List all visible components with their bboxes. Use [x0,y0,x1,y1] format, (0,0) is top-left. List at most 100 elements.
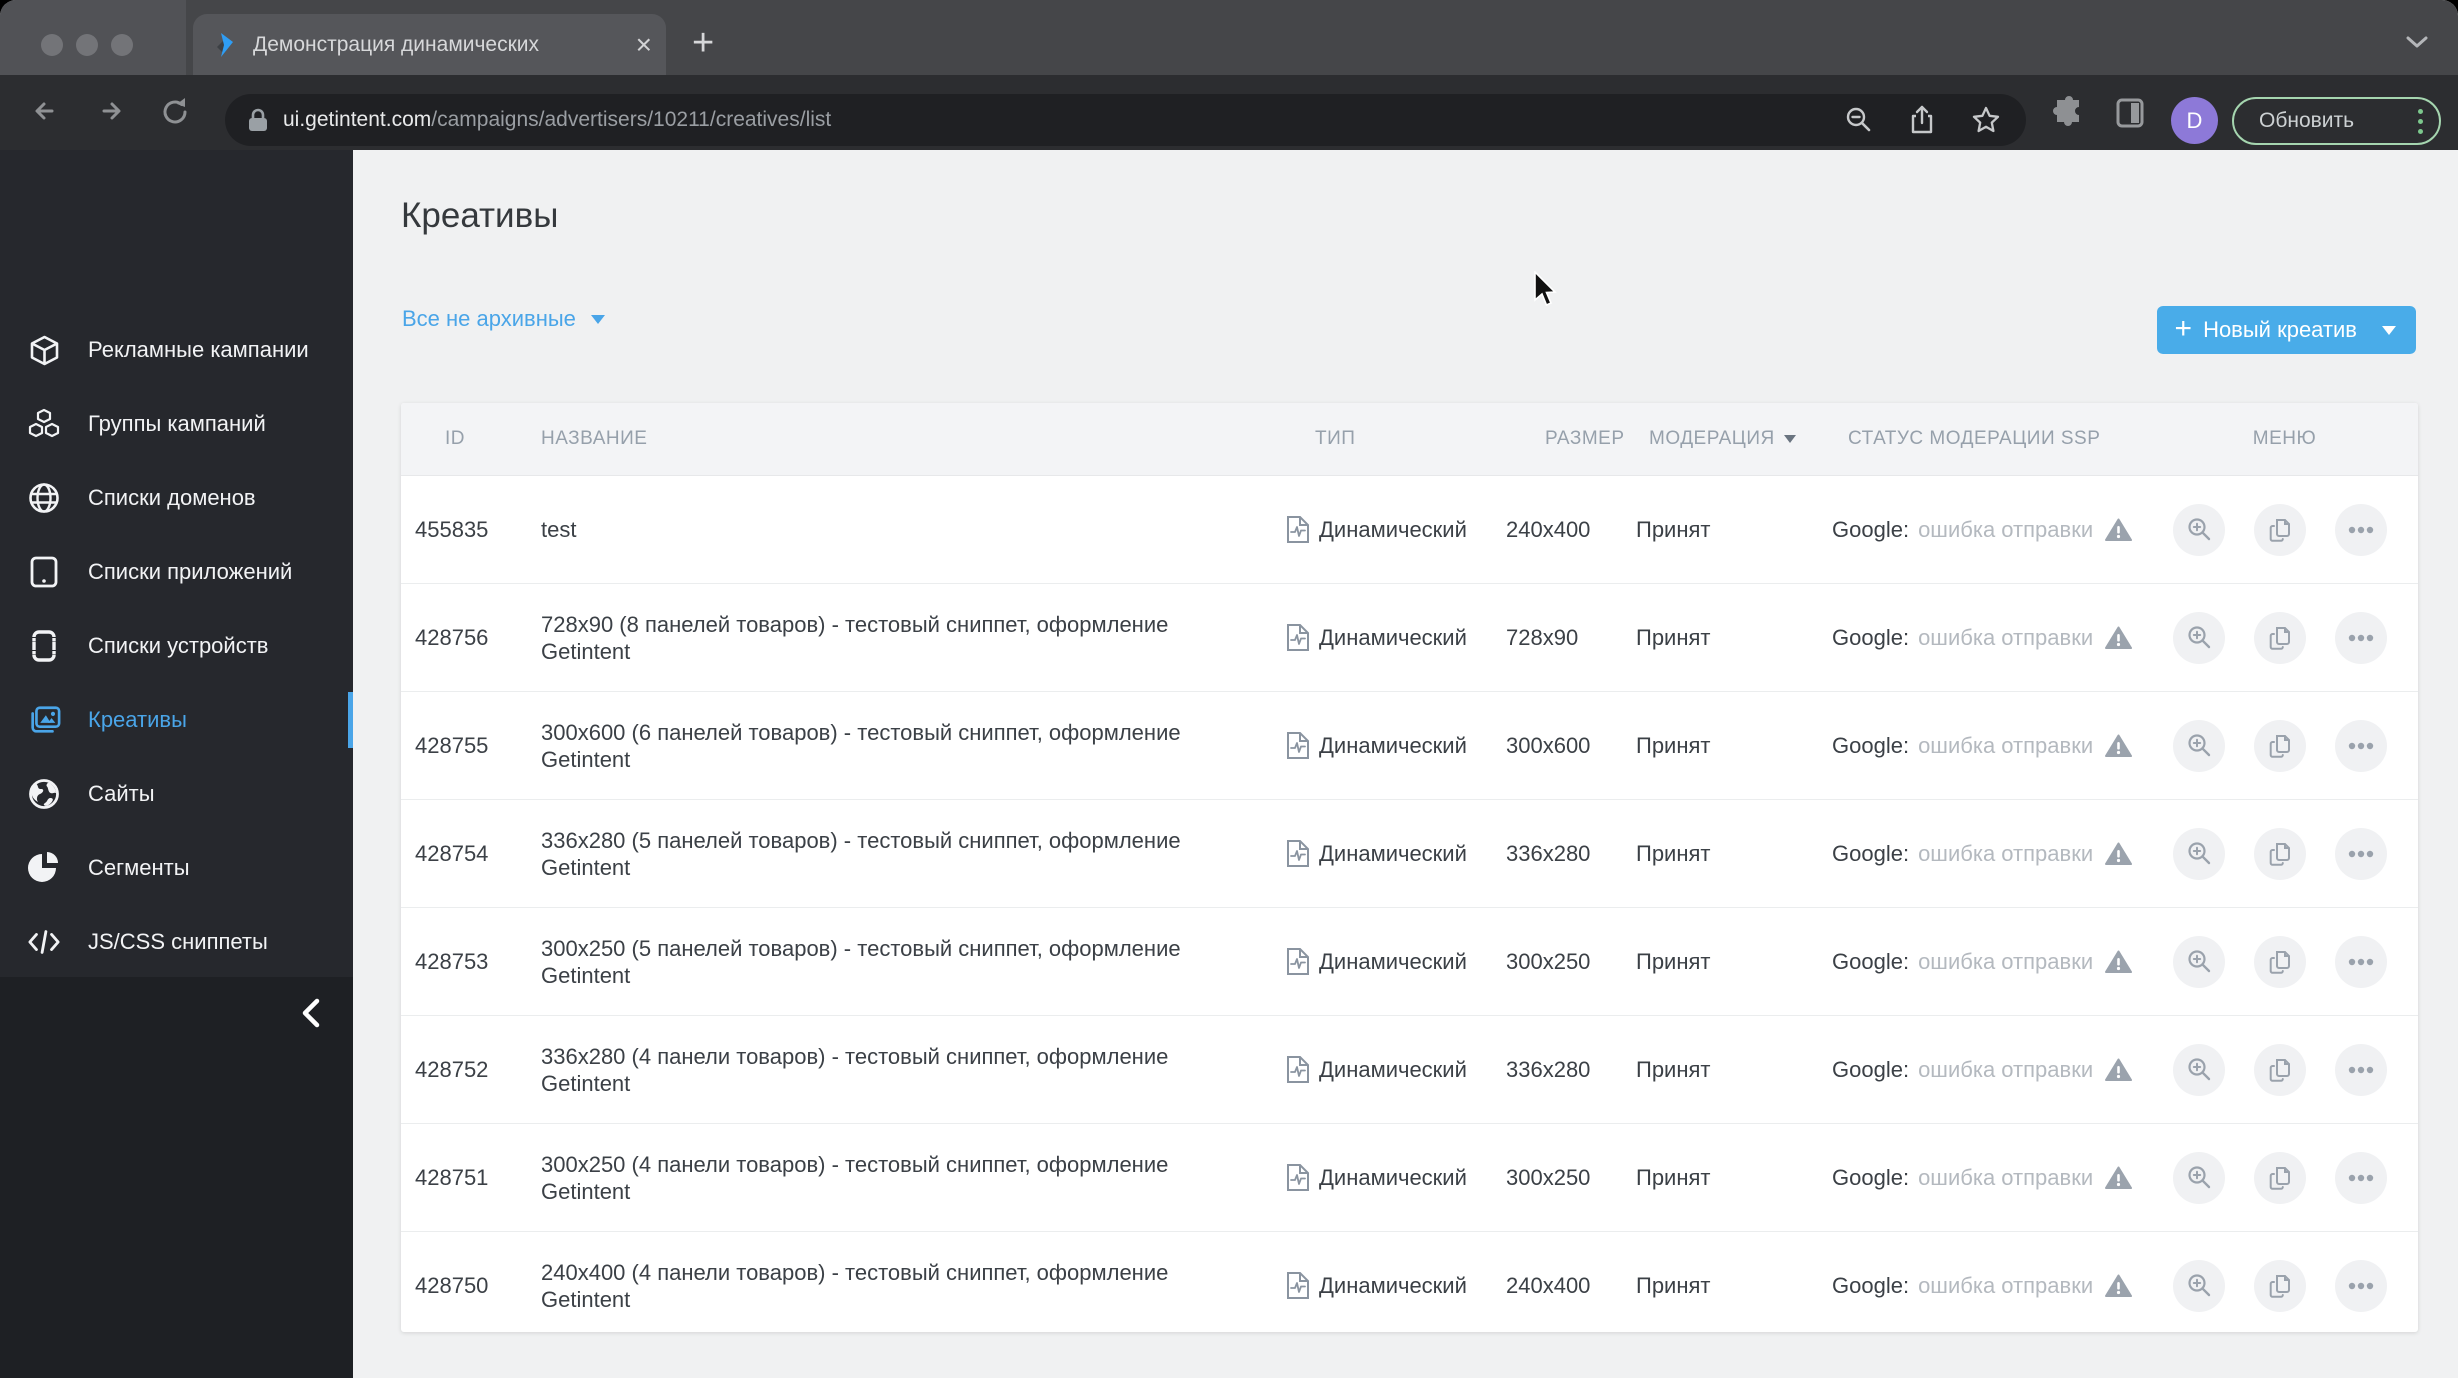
more-actions-button[interactable] [2335,827,2387,880]
more-actions-button[interactable] [2335,1151,2387,1204]
more-actions-button[interactable] [2335,1259,2387,1312]
sidebar-item-snippets[interactable]: JS/CSS сниппеты [0,905,353,979]
sidebar-item-creatives[interactable]: Креативы [0,683,353,757]
plus-icon: + [2174,311,2193,345]
more-actions-button[interactable] [2335,1043,2387,1096]
sidebar-item-sites[interactable]: Сайты [0,757,353,831]
row-actions [2151,503,2418,556]
more-actions-button[interactable] [2335,503,2387,556]
preview-button[interactable] [2173,611,2225,664]
reload-icon[interactable] [158,95,192,129]
browser-update-button[interactable]: Обновить [2232,97,2441,145]
archive-filter-dropdown[interactable]: Все не архивные [402,306,605,332]
ssp-error-text: ошибка отправки [1918,1272,2094,1298]
copy-button[interactable] [2254,827,2306,880]
copy-icon [2269,626,2290,650]
tab-search-chevron-icon[interactable] [2404,34,2430,50]
more-actions-button[interactable] [2335,611,2387,664]
copy-button[interactable] [2254,1043,2306,1096]
moderation-status: Принят [1636,624,1711,650]
ssp-error-text: ошибка отправки [1918,1164,2094,1190]
close-window-button[interactable] [41,34,63,56]
zoom-in-icon [2187,518,2210,541]
dynamic-creative-icon [1287,516,1309,543]
extensions-puzzle-icon[interactable] [2052,95,2086,129]
copy-button[interactable] [2254,503,2306,556]
filter-label: Все не архивные [402,306,576,331]
url-bar[interactable]: ui.getintent.com/campaigns/advertisers/1… [225,94,2026,146]
sidebar-item-label: Списки доменов [88,485,256,510]
collapse-sidebar-icon[interactable] [299,997,323,1029]
zoom-in-icon [2187,1166,2210,1189]
creative-type: Динамический [1281,839,1501,868]
preview-button[interactable] [2173,1151,2225,1204]
row-actions [2151,827,2418,880]
forward-icon[interactable] [94,95,126,127]
warning-icon [2105,1166,2133,1189]
preview-button[interactable] [2173,719,2225,772]
copy-icon [2269,842,2290,866]
zoom-in-icon [2187,950,2210,973]
sidebar-item-app-lists[interactable]: Списки приложений [0,535,353,609]
preview-button[interactable] [2173,935,2225,988]
browser-menu-kebab-icon[interactable] [2418,108,2423,134]
sidebar-item-campaign-groups[interactable]: Группы кампаний [0,387,353,461]
preview-button[interactable] [2173,1259,2225,1312]
getintent-favicon [217,32,233,57]
dynamic-creative-icon [1287,948,1309,975]
share-icon[interactable] [1908,104,1936,136]
sidebar-item-domain-lists[interactable]: Списки доменов [0,461,353,535]
preview-button[interactable] [2173,503,2225,556]
more-actions-button[interactable] [2335,935,2387,988]
copy-button[interactable] [2254,611,2306,664]
profile-avatar[interactable]: D [2171,97,2218,144]
minimize-window-button[interactable] [76,34,98,56]
side-panel-icon[interactable] [2113,96,2147,130]
creatives-table: ID НАЗВАНИЕ ТИП РАЗМЕР МОДЕРАЦИЯ СТАТУС … [401,403,2418,1332]
new-tab-button[interactable]: + [692,24,714,62]
bookmark-star-icon[interactable] [1970,104,2002,136]
ssp-status: Google: ошибка отправки [1832,1165,2151,1191]
preview-button[interactable] [2173,1043,2225,1096]
copy-button[interactable] [2254,719,2306,772]
dynamic-creative-icon [1287,840,1309,867]
tab-close-icon[interactable]: × [636,30,652,59]
copy-button[interactable] [2254,935,2306,988]
header-type: ТИП [1315,428,1356,449]
update-button-label: Обновить [2259,109,2355,132]
mouse-cursor [1534,271,1557,307]
copy-icon [2269,1274,2290,1298]
ellipsis-icon [2348,1282,2374,1289]
sidebar-item-campaigns[interactable]: Рекламные кампании [0,313,353,387]
page-title: Креативы [401,196,559,235]
window-controls[interactable] [41,34,133,56]
copy-button[interactable] [2254,1259,2306,1312]
copy-button[interactable] [2254,1151,2306,1204]
sidebar-item-segments[interactable]: Сегменты [0,831,353,905]
header-moderation-sort[interactable]: МОДЕРАЦИЯ [1636,428,1832,450]
zoom-in-icon [2187,1058,2210,1081]
ssp-status: Google: ошибка отправки [1832,1273,2151,1299]
dynamic-creative-icon [1287,624,1309,651]
header-menu: МЕНЮ [2252,428,2317,449]
sidebar-item-device-lists[interactable]: Списки устройств [0,609,353,683]
url-path: /campaigns/advertisers/10211/creatives/l… [431,108,832,131]
copy-icon [2269,1166,2290,1190]
table-row: 428750 240x400 (4 панели товаров) - тест… [401,1232,2418,1339]
new-creative-button[interactable]: + Новый креатив [2156,306,2416,354]
creative-name: 300x250 (5 панелей товаров) - тестовый с… [541,935,1181,988]
creative-size: 240x400 [1506,516,1591,542]
moderation-status: Принят [1636,1164,1711,1190]
warning-icon [2105,626,2133,649]
images-icon [27,703,61,737]
more-actions-button[interactable] [2335,719,2387,772]
ssp-error-text: ошибка отправки [1918,1056,2094,1082]
ssp-error-text: ошибка отправки [1918,948,2094,974]
creative-size: 336x280 [1506,840,1591,866]
ellipsis-icon [2348,958,2374,965]
zoom-out-icon[interactable] [1844,105,1874,135]
back-icon[interactable] [30,95,62,127]
browser-tab[interactable]: Демонстрация динамических × [193,14,666,75]
maximize-window-button[interactable] [111,34,133,56]
preview-button[interactable] [2173,827,2225,880]
